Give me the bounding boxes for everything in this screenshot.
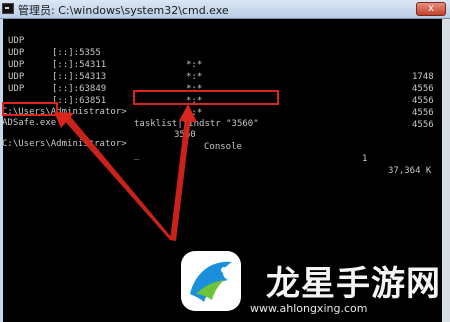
netstat-row: UDP [::]:63849 *:* 4556 xyxy=(8,72,434,118)
window-left-border xyxy=(0,19,3,322)
netstat-row: UDP [::]:54311 *:* 4556 xyxy=(8,48,434,94)
cmd-icon xyxy=(2,3,14,14)
watermark-title: 龙星手游网 xyxy=(266,264,441,304)
cmd-window: 管理员: C:\windows\system32\cmd.exe x UDP [… xyxy=(0,0,450,322)
final-prompt-line: C:\Users\Administrator> _ xyxy=(2,126,440,161)
title-bar[interactable]: 管理员: C:\windows\system32\cmd.exe x xyxy=(0,0,450,19)
close-button[interactable]: x xyxy=(416,2,446,16)
text-cursor: _ xyxy=(134,151,140,161)
netstat-row: UDP [::]:54313 *:* 4556 xyxy=(8,60,434,106)
window-title: 管理员: C:\windows\system32\cmd.exe xyxy=(18,4,229,17)
result-session-name: Console xyxy=(204,142,242,152)
final-prompt: C:\Users\Administrator> xyxy=(2,139,127,149)
watermark-logo-icon xyxy=(181,251,241,311)
netstat-row: UDP [::]:5355 *:* 1748 xyxy=(8,36,434,82)
command-highlight-box xyxy=(133,90,279,105)
netstat-row: UDP [::]:63851 *:* 4556 xyxy=(8,84,434,130)
result-row: ADSafe.exe 3560 Console 1 37,364 K xyxy=(2,105,440,176)
watermark-url: www.ahlongxing.com xyxy=(250,302,368,315)
result-session-num: 1 xyxy=(362,154,368,164)
watermark: 龙星手游网 www.ahlongxing.com xyxy=(170,244,450,322)
result-mem-usage: 37,364 K xyxy=(388,166,432,176)
process-highlight-box xyxy=(2,102,58,116)
